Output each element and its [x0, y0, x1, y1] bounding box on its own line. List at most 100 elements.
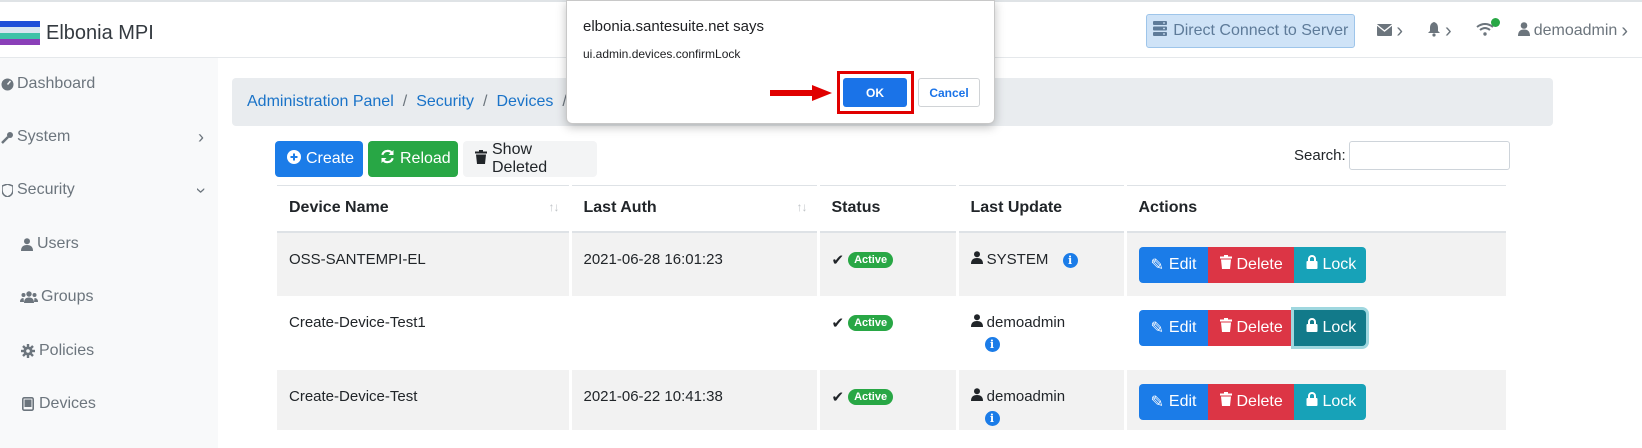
pencil-icon: ✎ [1150, 256, 1164, 274]
delete-button[interactable]: Delete [1207, 246, 1294, 283]
pencil-icon: ✎ [1150, 393, 1164, 411]
sidebar-item-dashboard[interactable]: Dashboard [0, 64, 218, 104]
lock-button[interactable]: Lock [1293, 309, 1366, 346]
online-status-dot [1490, 17, 1500, 27]
sort-icon: ↑↓ [796, 200, 808, 214]
delete-button[interactable]: Delete [1207, 309, 1294, 346]
info-icon[interactable]: i [984, 410, 1000, 426]
breadcrumb-link-admin[interactable]: Administration Panel [247, 93, 394, 111]
chevron-right-icon: › [1396, 20, 1404, 42]
device-name-cell: Create-Device-Test [277, 369, 572, 430]
envelope-icon [1376, 23, 1393, 40]
dialog-message: ui.admin.devices.confirmLock [583, 47, 741, 61]
check-icon: ✔ [831, 251, 845, 269]
column-header-last-auth[interactable]: Last Auth ↑↓ [570, 185, 820, 233]
column-header-status[interactable]: Status [818, 185, 959, 233]
shield-icon [0, 183, 14, 197]
direct-connect-button[interactable]: Direct Connect to Server [1146, 14, 1356, 48]
actions-cell: ✎ Edit Delete Lock [1125, 369, 1509, 430]
check-icon: ✔ [831, 314, 845, 332]
brand-name: Elbonia MPI [46, 21, 154, 44]
status-cell: ✔ Active [818, 369, 959, 430]
tools-icon [0, 131, 14, 144]
show-deleted-button[interactable]: Show Deleted [463, 141, 597, 177]
messages-menu[interactable]: › [1376, 20, 1404, 42]
confirm-dialog: elbonia.santesuite.net says ui.admin.dev… [566, 0, 995, 124]
lock-button[interactable]: Lock [1293, 383, 1366, 420]
last-auth-cell [570, 295, 820, 370]
sidebar-item-system[interactable]: System › [0, 117, 218, 157]
username: demoadmin [1533, 22, 1618, 39]
last-update-cell: demoadmin i [957, 295, 1127, 370]
dialog-title: elbonia.santesuite.net says [583, 18, 764, 35]
sidebar-item-security[interactable]: Security › [0, 170, 218, 210]
status-cell: ✔ Active [818, 295, 959, 370]
user-icon [970, 387, 983, 405]
last-update-cell: demoadmin i [957, 369, 1127, 430]
updated-by: SYSTEM [986, 250, 1049, 268]
dashboard-icon [0, 78, 14, 91]
info-icon[interactable]: i [984, 336, 1000, 352]
last-auth-cell: 2021-06-28 16:01:23 [570, 231, 820, 296]
devices-table: Device Name ↑↓ Last Auth ↑↓ Status Last … [277, 185, 1509, 430]
create-button[interactable]: Create [275, 141, 363, 177]
breadcrumb-separator: / [402, 93, 408, 110]
edit-button[interactable]: ✎ Edit [1138, 383, 1208, 420]
table-row: OSS-SANTEMPI-EL 2021-06-28 16:01:23 ✔ Act… [277, 231, 1509, 296]
trash-icon [1219, 255, 1232, 274]
edit-button[interactable]: ✎ Edit [1138, 246, 1208, 283]
device-name-cell: OSS-SANTEMPI-EL [277, 231, 572, 296]
info-icon[interactable]: i [1062, 252, 1078, 268]
edit-button[interactable]: ✎ Edit [1138, 309, 1208, 346]
refresh-icon [380, 149, 395, 169]
users-icon [20, 291, 38, 303]
status-cell: ✔ Active [818, 231, 959, 296]
user-menu[interactable]: demoadmin › [1517, 21, 1628, 41]
flag-logo [0, 21, 40, 45]
show-deleted-label: Show Deleted [492, 141, 548, 176]
cancel-button[interactable]: Cancel [918, 78, 980, 107]
column-header-actions: Actions [1125, 185, 1509, 233]
delete-button[interactable]: Delete [1207, 383, 1294, 420]
last-auth-cell: 2021-06-22 10:41:38 [570, 369, 820, 430]
sidebar: Dashboard System › Security › Users Grou… [0, 58, 218, 448]
connection-status[interactable] [1476, 17, 1500, 40]
brand[interactable]: Elbonia MPI [0, 21, 154, 45]
direct-connect-label: Direct Connect to Server [1173, 22, 1349, 39]
status-badge: Active [848, 251, 894, 268]
check-icon: ✔ [831, 388, 845, 406]
tablet-icon [20, 397, 36, 411]
notifications-menu[interactable]: › [1427, 21, 1452, 41]
sidebar-item-users[interactable]: Users [0, 224, 218, 264]
column-header-device-name[interactable]: Device Name ↑↓ [277, 185, 572, 233]
sidebar-item-label: Users [37, 235, 79, 252]
pencil-icon: ✎ [1150, 319, 1164, 337]
chevron-right-icon: › [198, 126, 204, 147]
sidebar-item-groups[interactable]: Groups [0, 277, 218, 317]
breadcrumb-link-devices[interactable]: Devices [496, 93, 553, 111]
sidebar-item-label: Policies [39, 342, 95, 359]
lock-icon [1306, 318, 1318, 337]
search-input[interactable] [1349, 141, 1510, 170]
reload-label: Reload [400, 150, 451, 167]
breadcrumb-separator: / [483, 93, 488, 110]
chevron-down-icon: › [191, 187, 212, 193]
gear-icon [20, 344, 36, 358]
search-label: Search: [1294, 147, 1346, 164]
breadcrumb-link-security[interactable]: Security [416, 93, 474, 111]
chevron-right-icon: › [1445, 20, 1452, 42]
lock-button[interactable]: Lock [1293, 246, 1366, 283]
sidebar-item-label: System [17, 128, 71, 145]
ok-button[interactable]: OK [843, 78, 907, 107]
sidebar-item-devices[interactable]: Devices [0, 384, 218, 424]
column-header-last-update[interactable]: Last Update [957, 185, 1127, 233]
last-update-cell: SYSTEM i [957, 231, 1127, 296]
lock-icon [1306, 392, 1318, 411]
server-icon [1153, 21, 1168, 41]
table-row: Create-Device-Test 2021-06-22 10:41:38 ✔… [277, 369, 1509, 430]
create-label: Create [306, 150, 355, 167]
device-name-cell: Create-Device-Test1 [277, 295, 572, 370]
user-icon [970, 250, 983, 268]
sidebar-item-policies[interactable]: Policies [0, 331, 218, 371]
reload-button[interactable]: Reload [368, 141, 458, 177]
